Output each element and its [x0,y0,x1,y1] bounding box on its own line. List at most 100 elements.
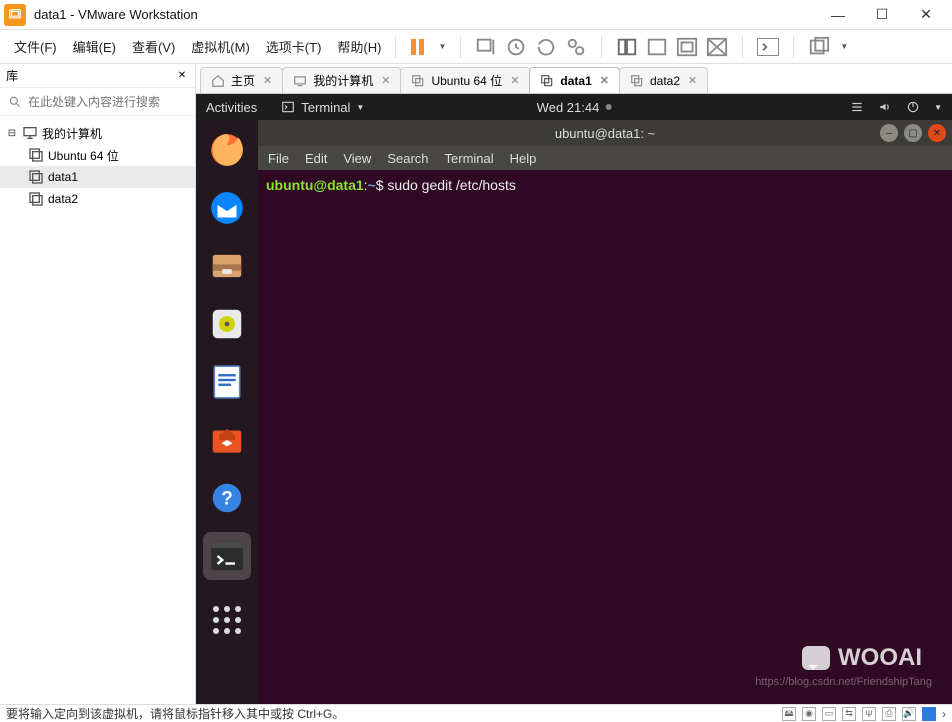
tab-home[interactable]: 主页 ✕ [200,67,283,93]
tree-item-label: Ubuntu 64 位 [48,147,119,164]
terminal-window-titlebar[interactable]: ubuntu@data1: ~ – ▢ ✕ [258,120,952,146]
menu-file[interactable]: 文件(F) [6,33,65,60]
status-sound-icon[interactable]: 🔊 [902,707,916,721]
activities-button[interactable]: Activities [206,100,257,115]
ubuntu-top-bar: Activities Terminal ▼ Wed 21:44 ▼ [196,94,952,120]
launcher-show-apps[interactable] [203,596,251,644]
collapse-icon[interactable]: ⊟ [6,128,18,139]
terminal-menu-edit[interactable]: Edit [305,151,327,166]
launcher-terminal[interactable] [203,532,251,580]
search-icon [8,95,22,109]
terminal-menu-search[interactable]: Search [387,151,428,166]
stretch-guest-button[interactable] [808,36,830,58]
dropdown-caret-icon: ▼ [356,103,364,112]
tab-close-button[interactable]: ✕ [510,74,519,87]
revert-snapshot-button[interactable] [535,36,557,58]
network-icon[interactable] [850,100,864,114]
firefox-icon [208,131,246,169]
volume-icon[interactable] [878,100,892,114]
vm-tabs: 主页 ✕ 我的计算机 ✕ Ubuntu 64 位 ✕ data1 ✕ data2 [196,64,952,94]
tree-item-label: data1 [48,170,78,184]
status-printer-icon[interactable]: ⎙ [882,707,896,721]
tree-root-my-computer[interactable]: ⊟ 我的计算机 [0,122,195,144]
tree-vm-data2[interactable]: data2 [0,188,195,210]
tab-ubuntu[interactable]: Ubuntu 64 位 ✕ [400,67,530,93]
snapshot-manager-button[interactable] [565,36,587,58]
terminal-icon [208,537,246,575]
menu-view[interactable]: 查看(V) [124,33,183,60]
pause-vm-button[interactable] [406,36,428,58]
terminal-menu-file[interactable]: File [268,151,289,166]
library-search-input[interactable] [26,94,191,110]
files-icon [208,247,246,285]
sidebar-header: 库 ✕ [0,64,195,88]
launcher-software-center[interactable] [203,416,251,464]
system-menu-caret-icon[interactable]: ▼ [934,103,942,112]
terminal-close-button[interactable]: ✕ [928,124,946,142]
chevron-right-icon[interactable]: › [942,707,946,721]
tree-vm-ubuntu[interactable]: Ubuntu 64 位 [0,144,195,166]
launcher-thunderbird[interactable] [203,184,251,232]
vm-tree: ⊟ 我的计算机 Ubuntu 64 位 data1 data2 [0,116,195,704]
view-unity-button[interactable] [706,36,728,58]
clock[interactable]: Wed 21:44 [537,100,612,115]
view-fullscreen-button[interactable] [676,36,698,58]
send-button[interactable] [475,36,497,58]
status-display-icon[interactable] [922,707,936,721]
rhythmbox-icon [208,305,246,343]
menu-edit[interactable]: 编辑(E) [65,33,124,60]
vm-icon [630,74,644,88]
separator [742,36,743,58]
terminal-body[interactable]: ubuntu@data1:~$ sudo gedit /etc/hosts [258,170,952,704]
tree-item-label: data2 [48,192,78,206]
tab-close-button[interactable]: ✕ [600,74,609,87]
terminal-maximize-button[interactable]: ▢ [904,124,922,142]
menu-help[interactable]: 帮助(H) [329,33,389,60]
terminal-menu-terminal[interactable]: Terminal [445,151,494,166]
tab-close-button[interactable]: ✕ [381,74,390,87]
terminal-menu-view[interactable]: View [343,151,371,166]
active-app-menu[interactable]: Terminal ▼ [281,100,364,115]
terminal-window-title: ubuntu@data1: ~ [555,126,655,141]
menu-vm[interactable]: 虚拟机(M) [183,33,258,60]
library-sidebar: 库 ✕ ⊟ 我的计算机 Ubuntu 64 位 data1 data2 [0,64,196,704]
terminal-minimize-button[interactable]: – [880,124,898,142]
tab-my-computer[interactable]: 我的计算机 ✕ [282,67,401,93]
view-console-button[interactable] [646,36,668,58]
status-hdd-icon[interactable]: 🖴 [782,707,796,721]
apps-grid-icon [213,606,241,634]
guest-screen[interactable]: Activities Terminal ▼ Wed 21:44 ▼ [196,94,952,704]
launcher-firefox[interactable] [203,126,251,174]
separator [793,36,794,58]
status-floppy-icon[interactable]: ▭ [822,707,836,721]
menu-tabs[interactable]: 选项卡(T) [258,33,330,60]
tab-close-button[interactable]: ✕ [263,74,272,87]
launcher-rhythmbox[interactable] [203,300,251,348]
status-cd-icon[interactable]: ◉ [802,707,816,721]
launcher-help[interactable]: ? [203,474,251,522]
power-icon[interactable] [906,100,920,114]
launcher-libreoffice[interactable] [203,358,251,406]
status-usb-icon[interactable]: Ψ [862,707,876,721]
snapshot-button[interactable] [505,36,527,58]
terminal-icon [281,100,295,114]
window-close-button[interactable]: ✕ [904,0,948,30]
launcher-files[interactable] [203,242,251,290]
console-view-button[interactable] [757,38,779,56]
tab-data2[interactable]: data2 ✕ [619,67,708,93]
power-dropdown-caret-icon[interactable]: ▼ [438,42,446,51]
tree-vm-data1[interactable]: data1 [0,166,195,188]
tab-label: data1 [560,74,591,88]
terminal-menu-help[interactable]: Help [510,151,537,166]
search-container [0,88,195,116]
view-single-button[interactable] [616,36,638,58]
separator [460,36,461,58]
window-minimize-button[interactable]: — [816,0,860,30]
stretch-dropdown-caret-icon[interactable]: ▼ [840,42,848,51]
tab-close-button[interactable]: ✕ [688,74,697,87]
status-network-icon[interactable]: ⇆ [842,707,856,721]
tab-label: 我的计算机 [313,72,373,89]
tab-data1[interactable]: data1 ✕ [529,67,620,93]
window-maximize-button[interactable]: ☐ [860,0,904,30]
sidebar-close-button[interactable]: ✕ [175,69,189,83]
